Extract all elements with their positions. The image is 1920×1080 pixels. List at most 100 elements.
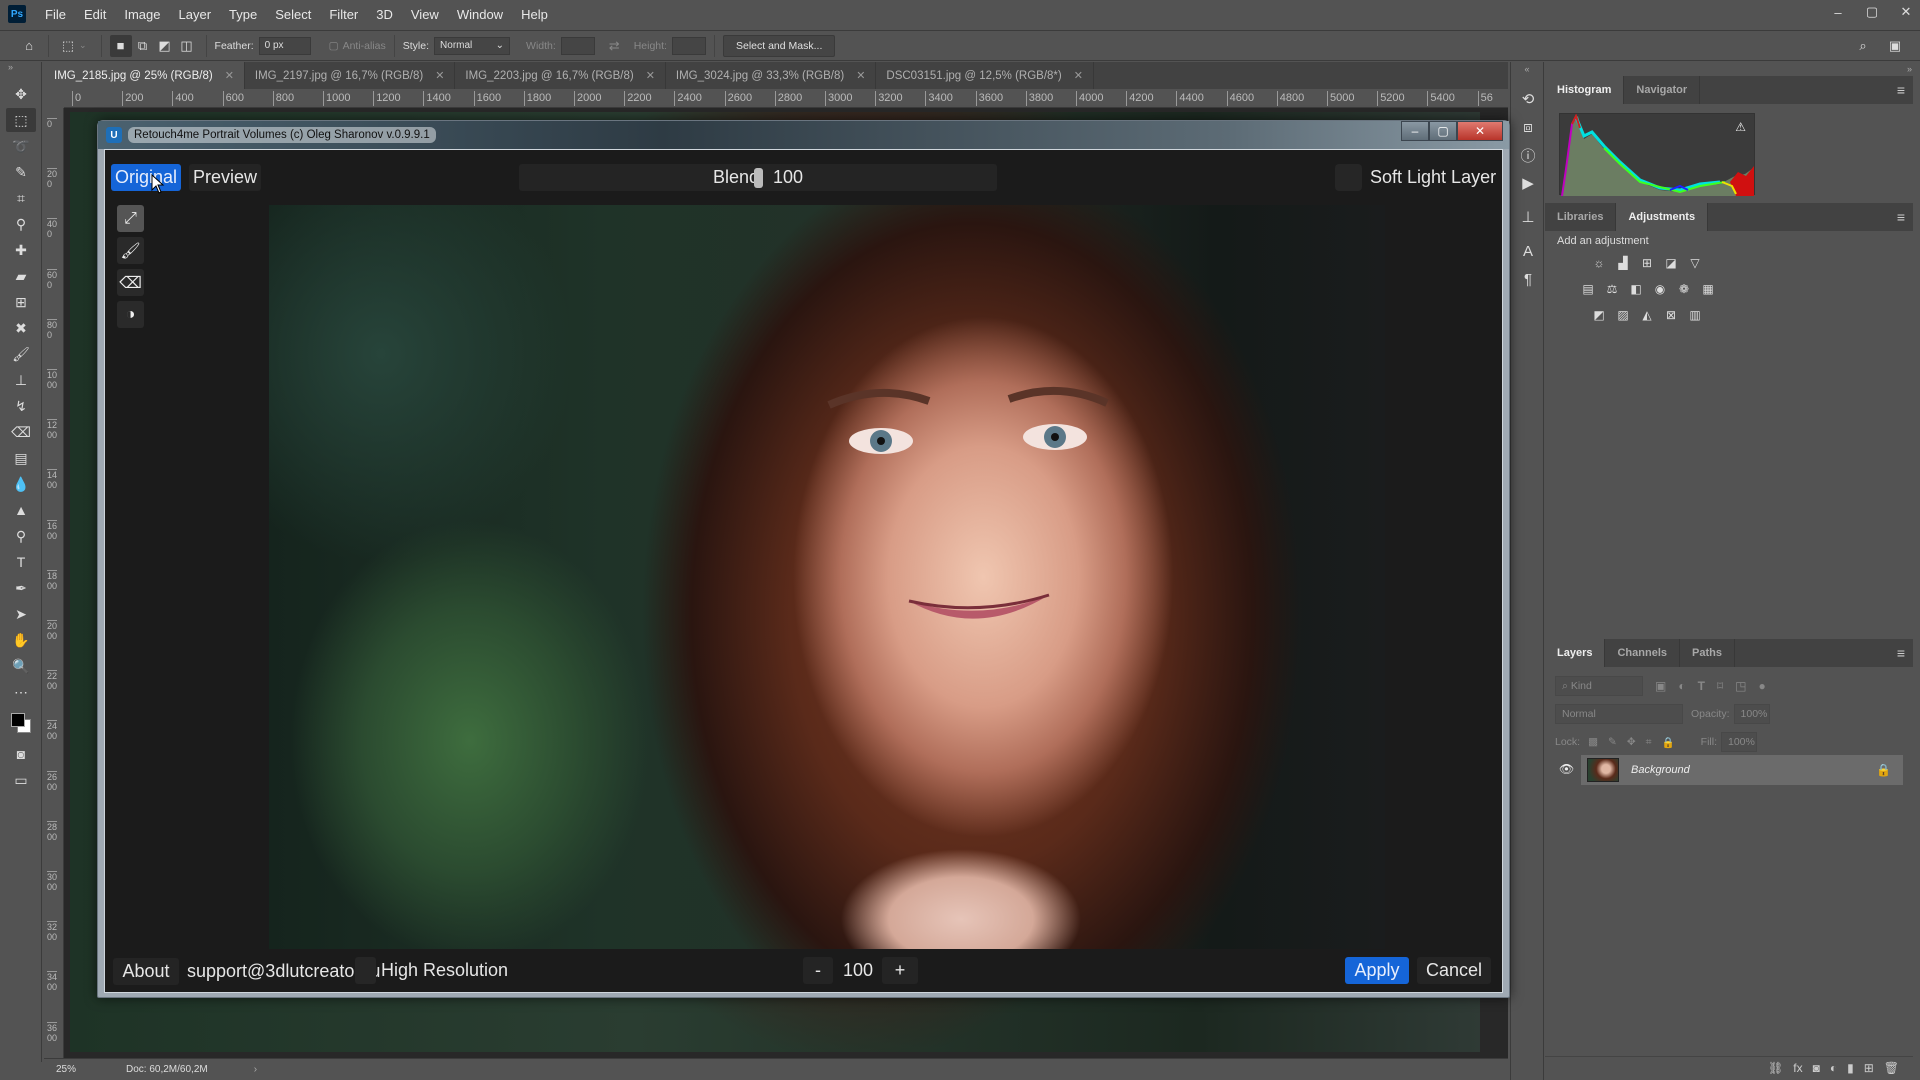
add-selection-icon[interactable]: ⧉ — [132, 35, 154, 57]
document-tab[interactable]: IMG_2185.jpg @ 25% (RGB/8) ✕ — [44, 62, 245, 89]
posterize-icon[interactable]: ▨ — [1615, 307, 1631, 323]
lock-pixels-icon[interactable]: ✎ — [1608, 736, 1617, 748]
zoom-in-button[interactable]: + — [882, 957, 918, 984]
adjustment-filter-icon[interactable]: ◐ — [1678, 679, 1685, 693]
sharpen-tool-icon[interactable]: ▲ — [6, 498, 36, 522]
photo-filter-icon[interactable]: ◉ — [1652, 281, 1668, 297]
menu-3d[interactable]: 3D — [367, 7, 402, 22]
close-tab-icon[interactable]: ✕ — [646, 69, 655, 82]
clone-stamp-tool-icon[interactable]: ⊥ — [6, 368, 36, 392]
vibrance-icon[interactable]: ▽ — [1687, 255, 1703, 271]
menu-image[interactable]: Image — [115, 7, 169, 22]
vertical-ruler[interactable]: 0 200 400 600 800 1000 1200 1400 1600 1800 2000 220… — [44, 108, 64, 1058]
history-panel-icon[interactable]: ⟲ — [1513, 86, 1543, 112]
content-aware-tool-icon[interactable]: ⊞ — [6, 290, 36, 314]
tab-layers[interactable]: Layers — [1545, 639, 1606, 667]
eraser-icon[interactable]: ⌫ — [117, 269, 144, 296]
original-button[interactable]: Original — [111, 164, 181, 191]
invert-icon[interactable]: ◩ — [1591, 307, 1607, 323]
tab-paths[interactable]: Paths — [1680, 639, 1735, 667]
smart-object-filter-icon[interactable]: ◳ — [1735, 679, 1746, 693]
width-input[interactable] — [560, 36, 595, 55]
expand-icon[interactable]: » — [0, 62, 41, 72]
menu-filter[interactable]: Filter — [320, 7, 367, 22]
link-layers-icon[interactable]: ⛓ — [1768, 1061, 1783, 1075]
panel-menu-icon[interactable]: ≡ — [1897, 82, 1905, 98]
dodge-tool-icon[interactable]: ⚲ — [6, 524, 36, 548]
pen-tool-icon[interactable]: ✒ — [6, 576, 36, 600]
3d-panel-icon[interactable]: ⧈ — [1513, 114, 1543, 140]
screen-mode-icon[interactable]: ▭ — [6, 768, 36, 792]
menu-layer[interactable]: Layer — [170, 7, 221, 22]
preview-image[interactable] — [269, 205, 1385, 949]
history-brush-tool-icon[interactable]: ↯ — [6, 394, 36, 418]
menu-file[interactable]: File — [36, 7, 75, 22]
apply-button[interactable]: Apply — [1345, 957, 1409, 984]
filter-toggle-icon[interactable]: ● — [1758, 679, 1765, 693]
tab-navigator[interactable]: Navigator — [1624, 76, 1701, 104]
support-email-link[interactable]: support@3dlutcreator.ru — [187, 958, 380, 985]
gradient-tool-icon[interactable]: ▤ — [6, 446, 36, 470]
blend-slider[interactable]: Blend: 100 — [519, 164, 997, 191]
path-selection-tool-icon[interactable]: ➤ — [6, 602, 36, 626]
chevron-right-icon[interactable]: › — [254, 1064, 257, 1075]
color-swatches-icon[interactable] — [6, 706, 36, 740]
workspace-icon[interactable]: ▣ — [1884, 35, 1906, 57]
collapse-icon[interactable]: « — [1511, 62, 1543, 84]
menu-edit[interactable]: Edit — [75, 7, 115, 22]
document-tab[interactable]: DSC03151.jpg @ 12,5% (RGB/8*) ✕ — [876, 62, 1094, 89]
tab-adjustments[interactable]: Adjustments — [1616, 203, 1709, 231]
visibility-eye-icon[interactable]: 👁 — [1559, 762, 1574, 776]
blend-mode-select[interactable]: Normal — [1555, 704, 1683, 724]
high-resolution-label[interactable]: High Resolution — [381, 957, 508, 984]
hue-saturation-icon[interactable]: ▤ — [1580, 281, 1596, 297]
anti-alias-checkbox[interactable]: ▢ — [329, 40, 339, 52]
menu-view[interactable]: View — [402, 7, 448, 22]
hand-tool-icon[interactable]: ✋ — [6, 628, 36, 652]
close-tab-icon[interactable]: ✕ — [225, 69, 234, 82]
delete-layer-icon[interactable]: 🗑 — [1884, 1061, 1899, 1075]
swap-icon[interactable]: ⇄ — [609, 38, 620, 54]
new-group-icon[interactable]: ▮ — [1847, 1061, 1854, 1075]
lock-artboard-icon[interactable]: ⌗ — [1646, 736, 1652, 749]
paragraph-panel-icon[interactable]: ¶ — [1513, 266, 1543, 292]
blur-tool-icon[interactable]: 💧 — [6, 472, 36, 496]
lock-transparent-icon[interactable]: ▩ — [1588, 736, 1598, 748]
channel-mixer-icon[interactable]: ❁ — [1676, 281, 1692, 297]
healing-brush-tool-icon[interactable]: ▰ — [6, 264, 36, 288]
brush-tool-icon[interactable]: 🖌 — [6, 342, 36, 366]
quick-selection-tool-icon[interactable]: ✎ — [6, 160, 36, 184]
horizontal-ruler[interactable]: 0 200 400 600 800 1000 1200 1400 1600 1800 2000 220… — [64, 90, 1508, 108]
home-icon[interactable]: ⌂ — [18, 35, 40, 57]
warning-icon[interactable]: ⚠ — [1735, 120, 1746, 134]
soft-light-layer-label[interactable]: Soft Light Layer — [1370, 164, 1496, 191]
spot-healing-tool-icon[interactable]: ✚ — [6, 238, 36, 262]
actions-panel-icon[interactable]: ▶ — [1513, 170, 1543, 196]
adjustment-layer-icon[interactable]: ◐ — [1830, 1061, 1837, 1075]
close-icon[interactable]: ✕ — [1892, 0, 1920, 24]
new-selection-icon[interactable]: ■ — [109, 34, 132, 57]
color-balance-icon[interactable]: ⚖ — [1604, 281, 1620, 297]
zoom-out-button[interactable]: - — [803, 957, 833, 984]
more-tools-icon[interactable]: ⋯ — [6, 680, 36, 704]
document-tab[interactable]: IMG_2197.jpg @ 16,7% (RGB/8) ✕ — [245, 62, 456, 89]
tab-libraries[interactable]: Libraries — [1545, 203, 1617, 231]
brightness-contrast-icon[interactable]: ☼ — [1591, 255, 1607, 271]
levels-icon[interactable]: ▟ — [1615, 255, 1631, 271]
clone-source-panel-icon[interactable]: ⊥ — [1513, 204, 1543, 230]
exposure-icon[interactable]: ◪ — [1663, 255, 1679, 271]
gradient-map-icon[interactable]: ▥ — [1687, 307, 1703, 323]
preview-button[interactable]: Preview — [189, 164, 261, 191]
eyedropper-tool-icon[interactable]: ⚲ — [6, 212, 36, 236]
color-lookup-icon[interactable]: ▦ — [1700, 281, 1716, 297]
search-icon[interactable]: ⌕ — [1852, 35, 1874, 57]
cancel-button[interactable]: Cancel — [1417, 957, 1491, 984]
kind-filter-select[interactable]: ⌕ Kind — [1555, 676, 1643, 696]
dialog-maximize-button[interactable]: ▢ — [1429, 121, 1457, 141]
menu-select[interactable]: Select — [266, 7, 320, 22]
brush-icon[interactable]: 🖌 — [117, 237, 144, 264]
opacity-input[interactable]: 100% — [1733, 704, 1770, 724]
zoom-level[interactable]: 25% — [56, 1064, 106, 1075]
chevron-down-icon[interactable]: ⌄ — [79, 40, 87, 51]
curves-icon[interactable]: ⊞ — [1639, 255, 1655, 271]
